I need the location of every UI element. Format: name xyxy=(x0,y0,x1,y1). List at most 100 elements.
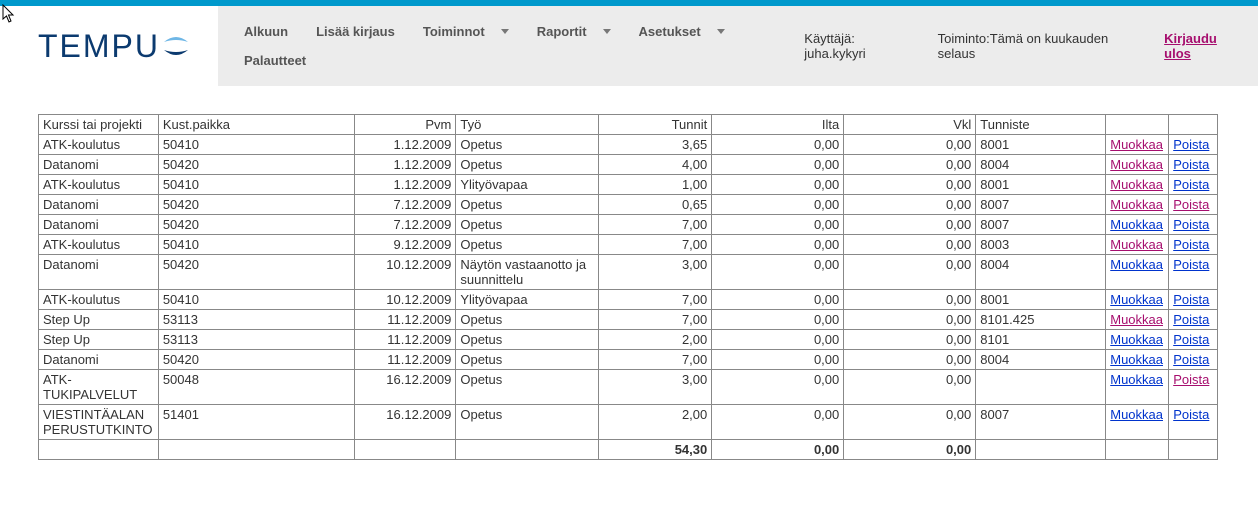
cell-tunnit: 2,00 xyxy=(598,405,712,440)
cell-kurssi: Datanomi xyxy=(39,215,159,235)
logout-area: Kirjaudu ulos xyxy=(1148,6,1258,86)
logo-area: TEMPU xyxy=(0,6,218,86)
cell-ilta: 0,00 xyxy=(712,255,844,290)
logout-link[interactable]: Kirjaudu ulos xyxy=(1164,31,1242,61)
nav-bar: Alkuun Lisää kirjaus Toiminnot Raportit … xyxy=(218,6,1258,86)
cell-tyo: Opetus xyxy=(456,195,598,215)
chevron-down-icon xyxy=(717,29,725,34)
nav-palautteet[interactable]: Palautteet xyxy=(230,49,320,78)
table-row: Datanomi5042010.12.2009Näytön vastaanott… xyxy=(39,255,1218,290)
cell-vkl: 0,00 xyxy=(844,405,976,440)
cell-action-edit: Muokkaa xyxy=(1106,195,1169,215)
cell-pvm: 16.12.2009 xyxy=(354,405,456,440)
cell-ilta: 0,00 xyxy=(712,235,844,255)
cell-ilta: 0,00 xyxy=(712,175,844,195)
edit-link[interactable]: Muokkaa xyxy=(1110,157,1163,172)
table-row: Datanomi504207.12.2009Opetus0,650,000,00… xyxy=(39,195,1218,215)
nav-raportit[interactable]: Raportit xyxy=(523,14,625,49)
user-status: Käyttäjä: juha.kykyri xyxy=(791,6,924,86)
cell-tyo: Opetus xyxy=(456,310,598,330)
delete-link[interactable]: Poista xyxy=(1173,407,1209,422)
cell-vkl: 0,00 xyxy=(844,310,976,330)
cell-kurssi: ATK-koulutus xyxy=(39,175,159,195)
delete-link[interactable]: Poista xyxy=(1173,372,1209,387)
delete-link[interactable]: Poista xyxy=(1173,292,1209,307)
edit-link[interactable]: Muokkaa xyxy=(1110,292,1163,307)
cell-action-edit: Muokkaa xyxy=(1106,290,1169,310)
cell-action-edit: Muokkaa xyxy=(1106,215,1169,235)
cell-vkl: 0,00 xyxy=(844,195,976,215)
nav-lisaa-kirjaus[interactable]: Lisää kirjaus xyxy=(302,14,409,49)
nav-label: Alkuun xyxy=(244,24,288,39)
cell-tunnit: 0,65 xyxy=(598,195,712,215)
cell-action-edit: Muokkaa xyxy=(1106,255,1169,290)
delete-link[interactable]: Poista xyxy=(1173,312,1209,327)
cell-ilta: 0,00 xyxy=(712,310,844,330)
edit-link[interactable]: Muokkaa xyxy=(1110,137,1163,152)
cell-ilta: 0,00 xyxy=(712,330,844,350)
cell-action-del: Poista xyxy=(1169,370,1218,405)
cell-tyo: Opetus xyxy=(456,135,598,155)
delete-link[interactable]: Poista xyxy=(1173,197,1209,212)
nav-asetukset[interactable]: Asetukset xyxy=(625,14,739,49)
entries-table: Kurssi tai projekti Kust.paikka Pvm Työ … xyxy=(38,114,1218,460)
cell-tyo: Opetus xyxy=(456,330,598,350)
cell-action-del: Poista xyxy=(1169,290,1218,310)
cell-action-edit: Muokkaa xyxy=(1106,175,1169,195)
cell-tunniste: 8003 xyxy=(976,235,1106,255)
delete-link[interactable]: Poista xyxy=(1173,217,1209,232)
cell-action-edit: Muokkaa xyxy=(1106,155,1169,175)
cell-pvm: 1.12.2009 xyxy=(354,175,456,195)
cell-kurssi: Step Up xyxy=(39,330,159,350)
th-action-del xyxy=(1169,115,1218,135)
cell-tunnit: 4,00 xyxy=(598,155,712,175)
cell-pvm: 7.12.2009 xyxy=(354,215,456,235)
cell-tunnit: 1,00 xyxy=(598,175,712,195)
cell-action-edit: Muokkaa xyxy=(1106,350,1169,370)
cell-ilta: 0,00 xyxy=(712,135,844,155)
cell-pvm: 10.12.2009 xyxy=(354,255,456,290)
cell-action-del: Poista xyxy=(1169,255,1218,290)
delete-link[interactable]: Poista xyxy=(1173,352,1209,367)
cell-ilta: 0,00 xyxy=(712,195,844,215)
user-label: Käyttäjä: xyxy=(804,31,855,46)
edit-link[interactable]: Muokkaa xyxy=(1110,217,1163,232)
cell-tunniste: 8007 xyxy=(976,195,1106,215)
cell-tunniste: 8004 xyxy=(976,155,1106,175)
cell-kurssi: Step Up xyxy=(39,310,159,330)
edit-link[interactable]: Muokkaa xyxy=(1110,372,1163,387)
delete-link[interactable]: Poista xyxy=(1173,332,1209,347)
cell-pvm: 1.12.2009 xyxy=(354,155,456,175)
delete-link[interactable]: Poista xyxy=(1173,137,1209,152)
delete-link[interactable]: Poista xyxy=(1173,177,1209,192)
th-pvm: Pvm xyxy=(354,115,456,135)
edit-link[interactable]: Muokkaa xyxy=(1110,407,1163,422)
cell-kurssi: ATK-koulutus xyxy=(39,135,159,155)
nav-alkuun[interactable]: Alkuun xyxy=(230,14,302,49)
cell-tunniste: 8007 xyxy=(976,215,1106,235)
edit-link[interactable]: Muokkaa xyxy=(1110,312,1163,327)
edit-link[interactable]: Muokkaa xyxy=(1110,352,1163,367)
chevron-down-icon xyxy=(501,29,509,34)
delete-link[interactable]: Poista xyxy=(1173,257,1209,272)
edit-link[interactable]: Muokkaa xyxy=(1110,237,1163,252)
table-row: ATK-koulutus504109.12.2009Opetus7,000,00… xyxy=(39,235,1218,255)
nav-toiminnot[interactable]: Toiminnot xyxy=(409,14,523,49)
cell-tyo: Ylityövapaa xyxy=(456,290,598,310)
edit-link[interactable]: Muokkaa xyxy=(1110,332,1163,347)
delete-link[interactable]: Poista xyxy=(1173,237,1209,252)
delete-link[interactable]: Poista xyxy=(1173,157,1209,172)
nav-menu-group: Alkuun Lisää kirjaus Toiminnot Raportit … xyxy=(218,6,791,86)
cell-kust: 50420 xyxy=(158,215,354,235)
edit-link[interactable]: Muokkaa xyxy=(1110,257,1163,272)
cell-tunnit: 7,00 xyxy=(598,350,712,370)
table-row: Step Up5311311.12.2009Opetus2,000,000,00… xyxy=(39,330,1218,350)
nav-label: Toiminnot xyxy=(423,24,485,39)
edit-link[interactable]: Muokkaa xyxy=(1110,197,1163,212)
cell-pvm: 7.12.2009 xyxy=(354,195,456,215)
cell-kust: 50420 xyxy=(158,195,354,215)
cell-tunniste: 8101 xyxy=(976,330,1106,350)
edit-link[interactable]: Muokkaa xyxy=(1110,177,1163,192)
cell-ilta: 0,00 xyxy=(712,350,844,370)
table-row: Step Up5311311.12.2009Opetus7,000,000,00… xyxy=(39,310,1218,330)
